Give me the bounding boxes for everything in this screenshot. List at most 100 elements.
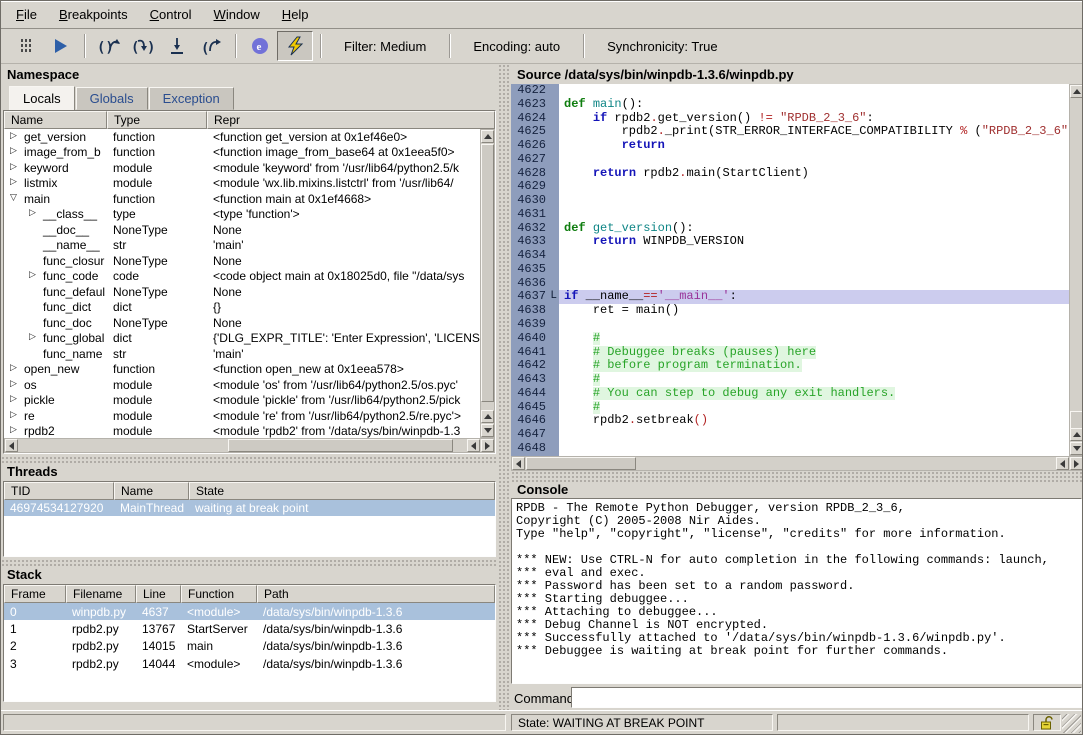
namespace-vscrollbar[interactable] — [480, 129, 495, 438]
source-line[interactable]: 4635 — [511, 263, 1069, 277]
table-row[interactable]: ▷listmixmodule<module 'wx.lib.mixins.lis… — [4, 176, 480, 192]
splitter-namespace-threads[interactable] — [1, 456, 498, 464]
toolbar-separator — [449, 34, 450, 58]
menu-help[interactable]: Help — [271, 2, 320, 27]
source-line[interactable]: 4636 — [511, 277, 1069, 291]
splitter-vertical[interactable] — [498, 64, 511, 713]
source-line[interactable]: 4634 — [511, 249, 1069, 263]
source-line[interactable]: 4639 — [511, 318, 1069, 332]
tab-globals[interactable]: Globals — [76, 87, 148, 110]
source-line[interactable]: 4626 return — [511, 139, 1069, 153]
table-row[interactable]: __doc__NoneTypeNone — [4, 222, 480, 238]
table-row[interactable]: func_dictdict{} — [4, 300, 480, 316]
resize-grip[interactable] — [1062, 714, 1081, 733]
source-line[interactable]: 4624 if rpdb2.get_version() != "RPDB_2_3… — [511, 112, 1069, 126]
namespace-hscrollbar[interactable] — [4, 438, 495, 453]
source-line[interactable]: 4647 — [511, 428, 1069, 442]
next-button[interactable]: () — [92, 32, 126, 60]
table-row[interactable]: ▷rpdb2module<module 'rpdb2' from '/data/… — [4, 424, 480, 440]
source-code-view[interactable]: 46224623def main():4624 if rpdb2.get_ver… — [511, 84, 1069, 456]
table-row[interactable]: 3rpdb2.py14044<module>/data/sys/bin/winp… — [4, 655, 495, 672]
column-header-repr[interactable]: Repr — [207, 111, 495, 129]
source-line[interactable]: 4632def get_version(): — [511, 222, 1069, 236]
column-header-line[interactable]: Line — [136, 585, 181, 603]
table-row[interactable]: func_namestr'main' — [4, 346, 480, 362]
stack-table-header: FrameFilenameLineFunctionPath — [4, 585, 495, 603]
column-header-name[interactable]: Name — [4, 111, 107, 129]
menu-breakpoints[interactable]: Breakpoints — [48, 2, 139, 27]
source-line[interactable]: 4641 # Debuggee breaks (pauses) here — [511, 346, 1069, 360]
column-header-frame[interactable]: Frame — [4, 585, 66, 603]
table-row[interactable]: ▷func_globaldict{'DLG_EXPR_TITLE': 'Ente… — [4, 331, 480, 347]
tab-locals[interactable]: Locals — [9, 86, 75, 111]
goto-button[interactable] — [160, 32, 194, 60]
source-line[interactable]: 4645 # — [511, 401, 1069, 415]
go-button[interactable] — [43, 32, 77, 60]
source-line[interactable]: 4630 — [511, 194, 1069, 208]
line-number: 4640 — [511, 332, 559, 346]
source-line[interactable]: 4623def main(): — [511, 98, 1069, 112]
analyze-exception-button[interactable]: e — [243, 32, 277, 60]
column-header-path[interactable]: Path — [257, 585, 495, 603]
column-header-name[interactable]: Name — [114, 482, 189, 500]
line-number: 4632 — [511, 222, 559, 236]
source-line[interactable]: 4643 # — [511, 373, 1069, 387]
source-vscrollbar[interactable] — [1069, 84, 1083, 456]
return-button[interactable]: ( — [194, 32, 228, 60]
table-row[interactable]: ▷keywordmodule<module 'keyword' from '/u… — [4, 160, 480, 176]
table-row[interactable]: ▷__class__type<type 'function'> — [4, 207, 480, 223]
menu-window[interactable]: Window — [203, 2, 271, 27]
table-row[interactable]: ▷get_versionfunction<function get_versio… — [4, 129, 480, 145]
toolbar-separator — [84, 34, 85, 58]
column-header-state[interactable]: State — [189, 482, 495, 500]
table-row[interactable]: 0winpdb.py4637<module>/data/sys/bin/winp… — [4, 603, 495, 620]
table-row[interactable]: ▷osmodule<module 'os' from '/usr/lib64/p… — [4, 377, 480, 393]
source-line[interactable]: 4642 # before program termination. — [511, 359, 1069, 373]
column-header-function[interactable]: Function — [181, 585, 257, 603]
table-row[interactable]: ▷image_from_bfunction<function image_fro… — [4, 145, 480, 161]
table-row[interactable]: ▽mainfunction<function main at 0x1ef4668… — [4, 191, 480, 207]
source-line[interactable]: 4631 — [511, 208, 1069, 222]
column-header-type[interactable]: Type — [107, 111, 207, 129]
tab-exception[interactable]: Exception — [149, 87, 234, 110]
source-line[interactable]: 4638 ret = main() — [511, 304, 1069, 318]
menu-file[interactable]: File — [5, 2, 48, 27]
go-icon — [50, 36, 70, 56]
source-line[interactable]: 4625 rpdb2._print(STR_ERROR_INTERFACE_CO… — [511, 125, 1069, 139]
source-hscrollbar[interactable] — [511, 456, 1083, 471]
column-header-tid[interactable]: TID — [4, 482, 114, 500]
splitter-threads-stack[interactable] — [1, 559, 498, 567]
table-row[interactable]: func_docNoneTypeNone — [4, 315, 480, 331]
table-row[interactable]: __name__str'main' — [4, 238, 480, 254]
source-line[interactable]: 4628 return rpdb2.main(StartClient) — [511, 167, 1069, 181]
line-number: 4648 — [511, 442, 559, 456]
step-button[interactable]: ( ) — [126, 32, 160, 60]
source-line[interactable]: 4622 — [511, 84, 1069, 98]
source-line[interactable]: 4637Lif __name__=='__main__': — [511, 290, 1069, 304]
source-line[interactable]: 4648 — [511, 442, 1069, 456]
console-output[interactable]: RPDB - The Remote Python Debugger, versi… — [511, 498, 1082, 684]
column-header-filename[interactable]: Filename — [66, 585, 136, 603]
command-input[interactable] — [571, 687, 1082, 708]
table-row[interactable]: func_closurNoneTypeNone — [4, 253, 480, 269]
source-line[interactable]: 4633 return WINPDB_VERSION — [511, 235, 1069, 249]
source-line[interactable]: 4629 — [511, 180, 1069, 194]
synchronicity-icon — [285, 36, 305, 56]
table-row[interactable]: 2rpdb2.py14015main/data/sys/bin/winpdb-1… — [4, 638, 495, 655]
table-row[interactable]: 1rpdb2.py13767StartServer/data/sys/bin/w… — [4, 620, 495, 637]
table-row[interactable]: ▷func_codecode<code object main at 0x180… — [4, 269, 480, 285]
table-row[interactable]: func_defaulNoneTypeNone — [4, 284, 480, 300]
table-row[interactable]: ▷open_newfunction<function open_new at 0… — [4, 362, 480, 378]
break-button[interactable] — [9, 32, 43, 60]
table-row[interactable]: ▷picklemodule<module 'pickle' from '/usr… — [4, 393, 480, 409]
synchronicity-button[interactable] — [277, 31, 313, 61]
source-line[interactable]: 4646 rpdb2.setbreak() — [511, 414, 1069, 428]
table-row[interactable]: ▷remodule<module 're' from '/usr/lib64/p… — [4, 408, 480, 424]
source-line[interactable]: 4644 # You can step to debug any exit ha… — [511, 387, 1069, 401]
table-row[interactable]: 46974534127920MainThreadwaiting at break… — [4, 500, 495, 516]
splitter-source-console[interactable] — [511, 471, 1083, 482]
source-line[interactable]: 4627 — [511, 153, 1069, 167]
source-line[interactable]: 4640 # — [511, 332, 1069, 346]
menu-control[interactable]: Control — [139, 2, 203, 27]
line-number: 4638 — [511, 304, 559, 318]
